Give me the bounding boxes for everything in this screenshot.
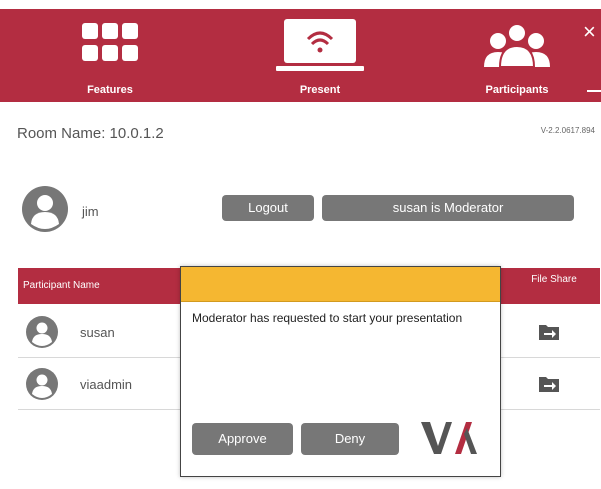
version-label: V-2.2.0617.894	[540, 126, 595, 135]
dialog-message: Moderator has requested to start your pr…	[192, 311, 463, 325]
present-laptop-wifi-icon	[276, 19, 364, 71]
nav-features-button[interactable]: Features	[40, 9, 180, 102]
top-navigation-bar: Features Present Participants ×	[0, 9, 601, 102]
via-logo	[421, 422, 477, 454]
presentation-request-dialog: Moderator has requested to start your pr…	[180, 266, 501, 477]
minimize-icon[interactable]	[587, 90, 601, 92]
avatar-icon	[26, 316, 58, 348]
file-share-icon[interactable]	[538, 373, 560, 393]
approve-button[interactable]: Approve	[192, 423, 293, 455]
nav-present-label: Present	[299, 84, 341, 96]
avatar-icon	[26, 368, 58, 400]
nav-features-label: Features	[87, 84, 133, 96]
features-grid-icon	[82, 23, 138, 61]
room-name: Room Name: 10.0.1.2	[17, 125, 164, 142]
logout-button[interactable]: Logout	[222, 195, 314, 221]
close-icon[interactable]: ×	[583, 21, 601, 43]
participant-name-header: Participant Name	[23, 280, 100, 291]
file-share-header: File Share	[531, 274, 577, 285]
file-share-icon[interactable]	[538, 321, 560, 341]
participant-name: susan	[80, 325, 115, 340]
participants-group-icon	[484, 23, 550, 68]
nav-present-button[interactable]: Present	[250, 9, 390, 102]
avatar-icon	[22, 186, 68, 232]
deny-button[interactable]: Deny	[301, 423, 399, 455]
nav-participants-button[interactable]: Participants	[442, 9, 592, 102]
moderator-button[interactable]: susan is Moderator	[322, 195, 574, 221]
nav-participants-label: Participants	[485, 84, 549, 96]
dialog-header	[181, 267, 500, 302]
current-user-name: jim	[82, 204, 99, 219]
participant-name: viaadmin	[80, 377, 133, 392]
